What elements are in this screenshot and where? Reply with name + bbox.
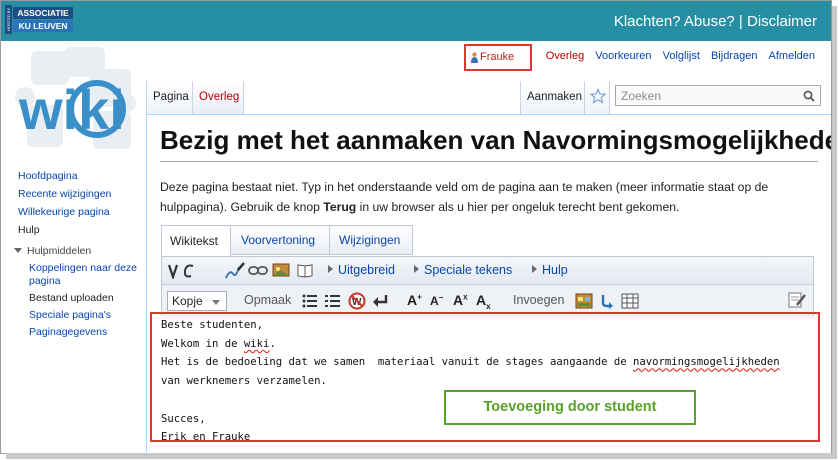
tab-preview[interactable]: Voorvertoning — [231, 225, 330, 255]
heading-select-label: Kopje — [172, 294, 203, 308]
link-icon[interactable] — [248, 265, 268, 277]
frame-shadow-bottom — [6, 453, 837, 459]
toolbar-advanced[interactable]: Uitgebreid — [328, 263, 395, 277]
personal-logout-link[interactable]: Afmelden — [769, 50, 815, 62]
sidebar-item-hulp[interactable]: Hulp — [18, 221, 111, 239]
triangle-right-icon — [414, 265, 419, 273]
associatie-logo[interactable]: HOSTED BY ASSOCIATIE KU LEUVEN — [5, 5, 73, 34]
editor-line-3-pre: Het is de bedoeling dat we samen materia… — [161, 356, 633, 369]
user-icon — [471, 52, 478, 63]
assoc-logo-line1: ASSOCIATIE — [13, 7, 73, 19]
editor-line-4: van werknemers verzamelen. — [161, 375, 327, 388]
tab-page[interactable]: Pagina — [146, 81, 192, 114]
sidebar-navigation: Hoofdpagina Recente wijzigingen Willekeu… — [18, 167, 111, 239]
bullet-list-icon[interactable] — [302, 294, 318, 308]
search-replace-icon[interactable] — [787, 291, 807, 309]
image-icon[interactable] — [272, 262, 290, 278]
sidebar-item-recente-wijzigingen[interactable]: Recente wijzigingen — [18, 185, 111, 203]
search-input[interactable] — [616, 86, 786, 105]
personal-contributions-link[interactable]: Bijdragen — [711, 50, 757, 62]
sidebar-tools: Koppelingen naar deze pagina Bestand upl… — [29, 262, 139, 343]
editor-line-2-post: . — [269, 337, 276, 350]
toolbar-help[interactable]: Hulp — [532, 263, 568, 277]
editor-line-2-word: wiki — [243, 337, 270, 350]
table-icon[interactable] — [621, 293, 639, 309]
tools-heading-label: Hulpmiddelen — [27, 245, 92, 257]
intro-text-part2: in uw browser als u hier per ongeluk ter… — [356, 200, 680, 214]
tab-create[interactable]: Aanmaken — [520, 81, 584, 114]
triangle-right-icon — [532, 265, 537, 273]
student-addition-callout: Toevoeging door student — [444, 390, 696, 425]
bold-italic-icon[interactable] — [168, 263, 196, 279]
superscript-icon[interactable]: Ax — [453, 292, 468, 308]
browser-frame: HOSTED BY ASSOCIATIE KU LEUVEN Klachten?… — [0, 0, 832, 454]
title-divider — [160, 161, 818, 162]
personal-watchlist-link[interactable]: Volglijst — [663, 50, 700, 62]
nowiki-icon[interactable]: W — [348, 292, 366, 310]
assoc-logo-line2: KU LEUVEN — [13, 20, 73, 32]
sidebar-item-speciale-paginas[interactable]: Speciale pagina's — [29, 309, 139, 322]
numbered-list-icon[interactable] — [325, 294, 341, 308]
user-highlight-box: Frauke — [464, 44, 532, 71]
chevron-down-icon — [212, 300, 220, 305]
editor-line-7: Erik en Frauke — [161, 431, 251, 444]
sidebar-item-koppelingen[interactable]: Koppelingen naar deze pagina — [29, 262, 139, 288]
small-text-icon[interactable]: A− — [430, 293, 443, 308]
toolbar-help-label: Hulp — [542, 263, 568, 277]
format-label: Opmaak — [244, 293, 292, 307]
editor-line-2: Welkom in de wiki. — [161, 335, 811, 354]
watch-star-button[interactable] — [584, 81, 610, 114]
heading-select[interactable]: Kopje — [167, 291, 227, 311]
sidebar-item-willekeurige-pagina[interactable]: Willekeurige pagina — [18, 203, 111, 221]
editor-toolbar: Uitgebreid Speciale tekens Hulp Kopje Op… — [161, 256, 814, 317]
personal-tools: Overleg Voorkeuren Volglijst Bijdragen A… — [538, 50, 815, 62]
toolbar-special-chars-label: Speciale tekens — [424, 263, 513, 277]
wiki-logo[interactable]: wiki — [9, 45, 139, 155]
personal-preferences-link[interactable]: Voorkeuren — [595, 50, 651, 62]
redirect-icon[interactable] — [599, 293, 615, 309]
editor-line-1: Beste studenten, — [161, 319, 264, 331]
editor-line-2-pre: Welkom in de — [161, 337, 244, 350]
newline-icon[interactable] — [372, 294, 388, 308]
personal-talk-link[interactable]: Overleg — [546, 50, 585, 62]
big-text-icon[interactable]: A+ — [407, 292, 422, 308]
search-box — [615, 85, 821, 106]
triangle-right-icon — [328, 265, 333, 273]
search-icon[interactable] — [803, 90, 815, 102]
collapse-triangle-icon — [14, 248, 22, 253]
insert-label: Invoegen — [513, 293, 565, 307]
tools-heading[interactable]: Hulpmiddelen — [14, 245, 91, 257]
wiki-logo-text: wiki — [18, 78, 125, 141]
star-icon — [590, 88, 606, 104]
frame-shadow-right — [832, 6, 837, 458]
user-link[interactable]: Frauke — [480, 51, 514, 63]
editor-line-3-word: navormingsmogelijkheden — [632, 356, 780, 369]
gallery-icon[interactable] — [575, 293, 593, 309]
toolbar-special-chars[interactable]: Speciale tekens — [414, 263, 512, 277]
subscript-icon[interactable]: Ax — [476, 292, 491, 311]
editor-line-3: Het is de bedoeling dat we samen materia… — [161, 353, 811, 372]
signature-icon[interactable] — [224, 261, 246, 281]
sidebar-item-paginagegevens[interactable]: Paginagegevens — [29, 326, 139, 339]
sidebar-item-hoofdpagina[interactable]: Hoofdpagina — [18, 167, 111, 185]
tab-changes[interactable]: Wijzigingen — [330, 225, 413, 255]
toolbar-row-main: Uitgebreid Speciale tekens Hulp — [162, 257, 813, 285]
page-title: Bezig met het aanmaken van Navormingsmog… — [160, 125, 832, 155]
toolbar-advanced-label: Uitgebreid — [338, 263, 395, 277]
assoc-logo-vertical: HOSTED BY — [5, 5, 12, 34]
sidebar-item-bestand-uploaden[interactable]: Bestand uploaden — [29, 292, 139, 305]
tab-talk[interactable]: Overleg — [192, 81, 244, 114]
banner-links[interactable]: Klachten? Abuse? | Disclaimer — [614, 13, 817, 30]
wikitext-textarea[interactable]: Beste studenten, Welkom in de wiki. Het is… — [161, 316, 811, 447]
reference-icon[interactable] — [296, 262, 314, 278]
tab-wikitext[interactable]: Wikitekst — [161, 225, 231, 257]
top-banner: HOSTED BY ASSOCIATIE KU LEUVEN Klachten?… — [1, 1, 831, 41]
intro-back-bold: Terug — [323, 200, 357, 214]
intro-text: Deze pagina bestaat niet. Typ in het ond… — [160, 177, 820, 217]
